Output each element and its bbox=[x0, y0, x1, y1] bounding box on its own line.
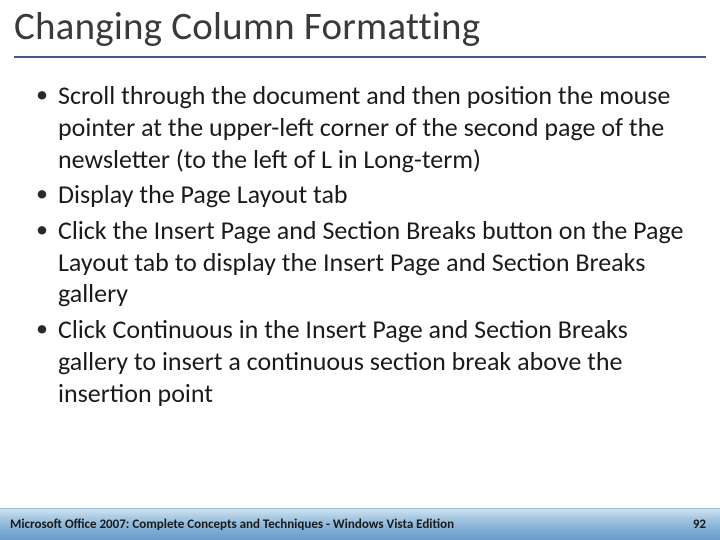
slide: Changing Column Formatting Scroll throug… bbox=[0, 0, 720, 540]
list-item: Click Continuous in the Insert Page and … bbox=[32, 314, 692, 409]
footer-bar: Microsoft Office 2007: Complete Concepts… bbox=[0, 508, 720, 540]
footer-text: Microsoft Office 2007: Complete Concepts… bbox=[10, 517, 454, 532]
slide-title: Changing Column Formatting bbox=[14, 6, 706, 54]
title-area: Changing Column Formatting bbox=[0, 0, 720, 58]
list-item: Click the Insert Page and Section Breaks… bbox=[32, 215, 692, 310]
body-area: Scroll through the document and then pos… bbox=[0, 58, 720, 409]
list-item: Display the Page Layout tab bbox=[32, 179, 692, 211]
bullet-list: Scroll through the document and then pos… bbox=[32, 80, 692, 409]
page-number: 92 bbox=[693, 517, 706, 532]
list-item: Scroll through the document and then pos… bbox=[32, 80, 692, 175]
